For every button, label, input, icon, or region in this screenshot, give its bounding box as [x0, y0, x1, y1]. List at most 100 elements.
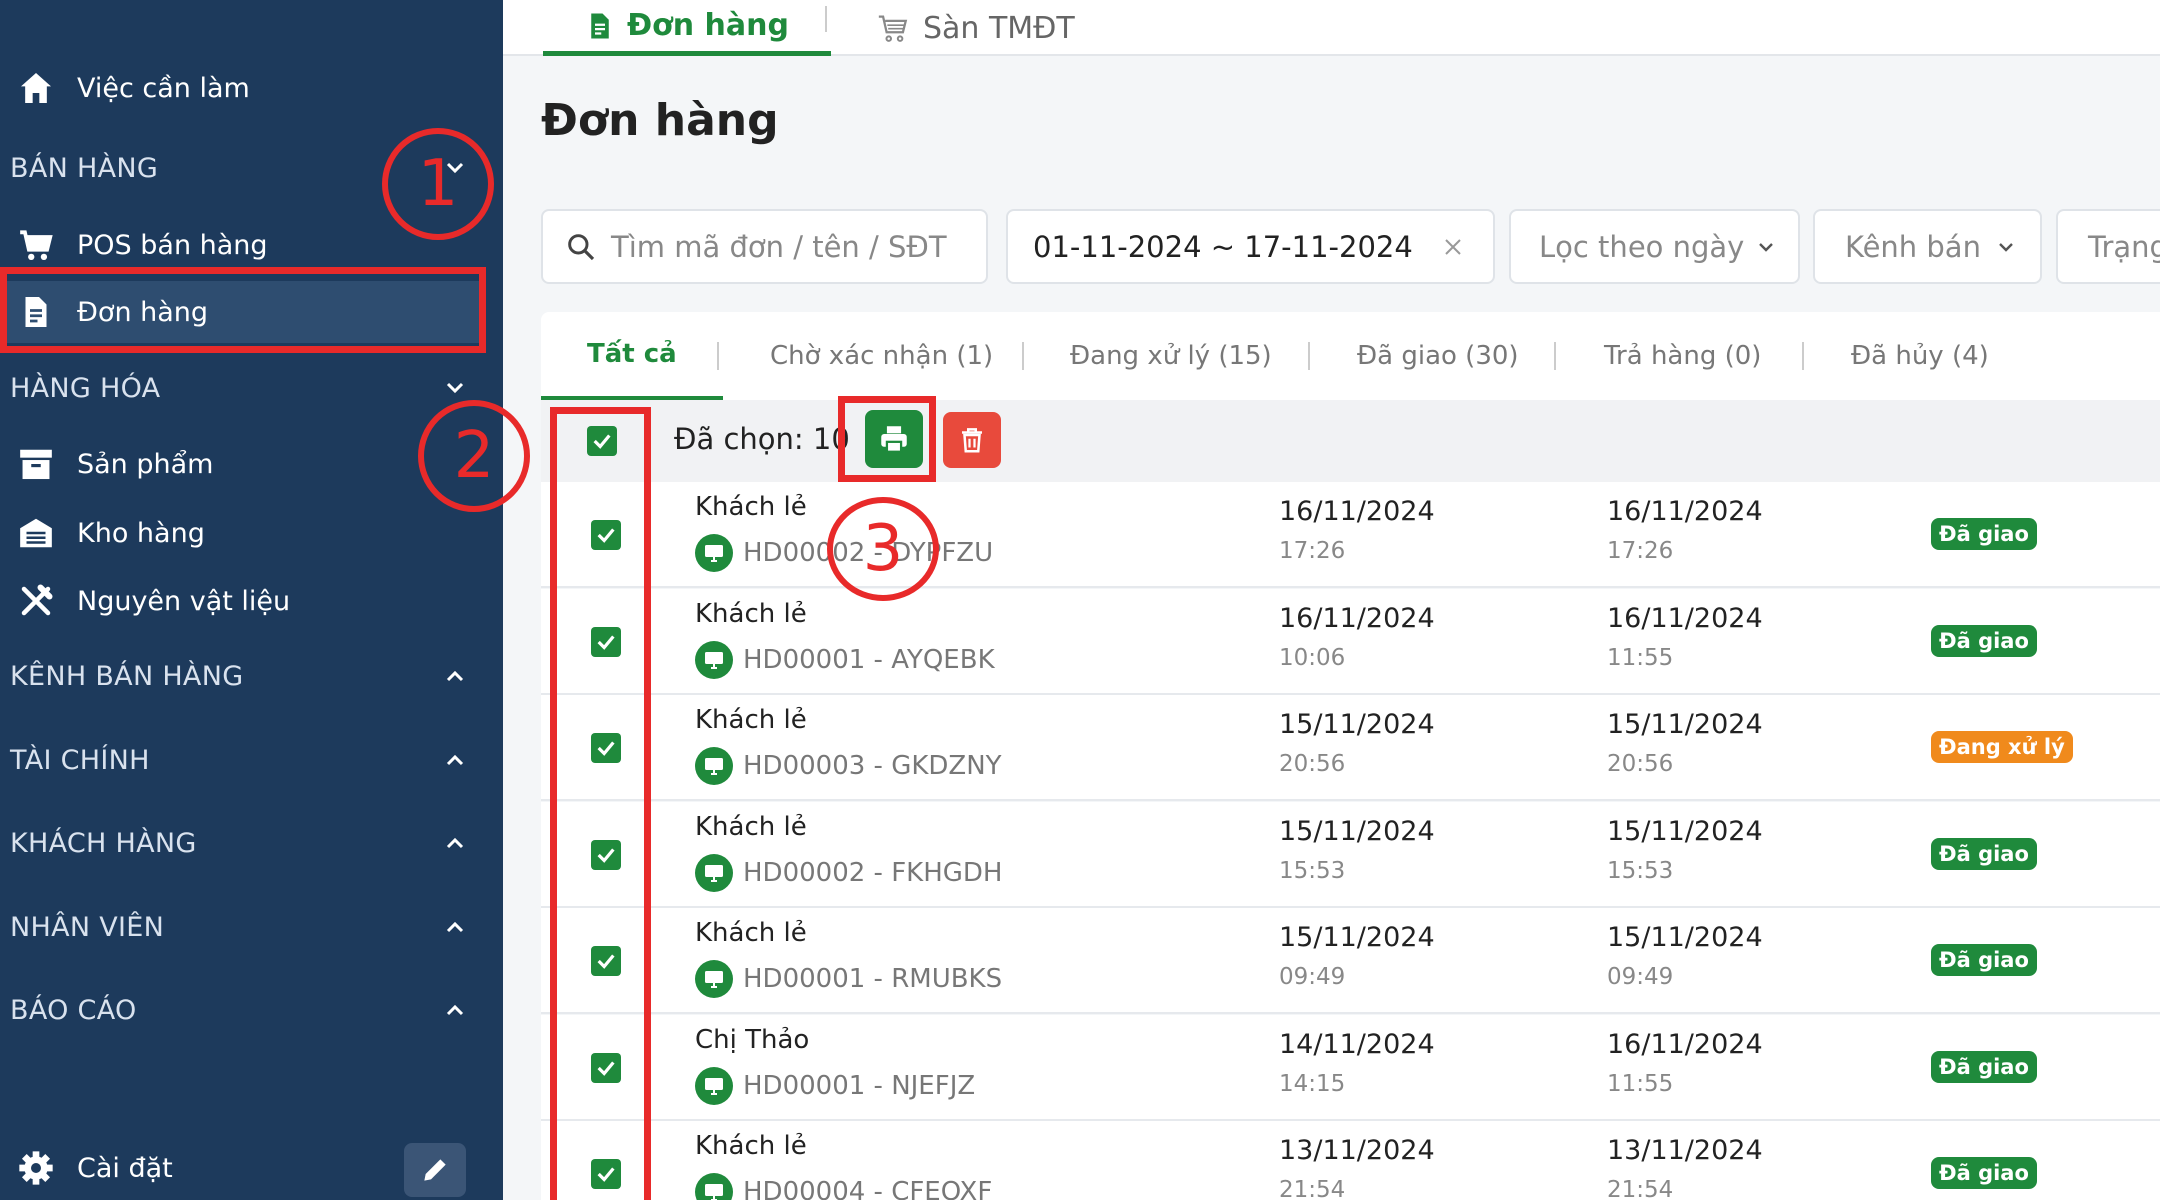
updated-date: 16/11/2024 [1607, 1028, 1763, 1060]
row-checkbox[interactable] [591, 946, 621, 976]
created-time: 14:15 [1279, 1070, 1346, 1097]
status-badge: Đã giao [1931, 837, 2037, 870]
section-staff[interactable]: NHÂN VIÊN [10, 899, 485, 955]
sidebar-item-label: Nguyên vật liệu [77, 585, 291, 617]
section-reports[interactable]: BÁO CÁO [10, 982, 485, 1038]
customer-name: Chị Thảo [695, 1024, 810, 1055]
sidebar-item-todo[interactable]: Việc cần làm [0, 57, 485, 119]
delete-button[interactable] [943, 412, 1001, 468]
tab-cancelled[interactable]: Đã hủy (4) [1851, 312, 1989, 400]
row-checkbox[interactable] [591, 1159, 621, 1189]
updated-date: 15/11/2024 [1607, 709, 1763, 740]
tab-all[interactable]: Tất cả [541, 312, 723, 400]
print-button[interactable] [865, 410, 923, 468]
selection-bar: Đã chọn: 10 [541, 400, 2160, 482]
updated-time: 11:55 [1607, 1070, 1674, 1097]
order-code[interactable]: HD00001 - RMUBKS [695, 960, 1002, 998]
cart-icon [14, 223, 58, 267]
table-row[interactable]: Khách lẻ HD00001 - RMUBKS 15/11/2024 09:49 1… [541, 908, 2160, 1014]
table-row[interactable]: Chị Thảo HD00001 - NJEFJZ 14/11/2024 14:15 1… [541, 1014, 2160, 1121]
row-checkbox[interactable] [591, 520, 621, 550]
section-label: BÁO CÁO [10, 994, 137, 1026]
divider [1308, 342, 1310, 370]
divider [1022, 342, 1024, 370]
table-row[interactable]: Khách lẻ HD00003 - GKDZNY 15/11/2024 20:56 1… [541, 695, 2160, 801]
row-checkbox[interactable] [591, 733, 621, 763]
section-customers[interactable]: KHÁCH HÀNG [10, 815, 485, 871]
trash-icon [962, 428, 982, 453]
sidebar-item-label: Sản phẩm [77, 448, 214, 480]
chevron-down-icon [1999, 242, 2013, 252]
created-time: 17:26 [1279, 538, 1346, 564]
divider [1554, 342, 1556, 370]
sidebar-item-products[interactable]: Sản phẩm [0, 433, 485, 495]
monitor-icon [695, 853, 733, 892]
table-row[interactable]: Khách lẻ HD00004 - CFEOXF 13/11/2024 21:54 1… [541, 1121, 2160, 1200]
tab-label: Đang xử lý (15) [1070, 341, 1272, 371]
table-row[interactable]: Khách lẻ HD00001 - AYQEBK 16/11/2024 10:06 1… [541, 588, 2160, 695]
edit-menu-button[interactable] [404, 1143, 466, 1197]
order-code[interactable]: HD00002 - DYPFZU [695, 534, 993, 572]
order-code[interactable]: HD00003 - GKDZNY [695, 747, 1002, 785]
tab-pending[interactable]: Chờ xác nhận (1) [770, 312, 993, 400]
row-checkbox[interactable] [591, 626, 621, 657]
tab-marketplace[interactable]: Sàn TMĐT [875, 0, 1075, 56]
warehouse-icon [14, 511, 58, 555]
channel-dropdown[interactable]: Kênh bán [1813, 209, 2042, 284]
order-code[interactable]: HD00001 - NJEFJZ [695, 1066, 976, 1105]
created-time: 10:06 [1279, 644, 1346, 671]
row-checkbox[interactable] [591, 1052, 621, 1083]
date-filter-dropdown[interactable]: Lọc theo ngày [1509, 209, 1800, 284]
order-code-text: HD00001 - RMUBKS [743, 964, 1003, 994]
customer-name: Khách lẻ [695, 811, 807, 842]
tab-delivered[interactable]: Đã giao (30) [1357, 312, 1519, 400]
section-goods[interactable]: HÀNG HÓA [10, 360, 485, 416]
customer-name: Khách lẻ [695, 492, 807, 522]
row-checkbox[interactable] [591, 839, 621, 870]
order-code[interactable]: HD00004 - CFEOXF [695, 1173, 992, 1200]
sidebar-item-warehouse[interactable]: Kho hàng [0, 502, 485, 564]
chevron-down-icon [1759, 242, 1773, 252]
select-all-checkbox[interactable] [587, 426, 617, 456]
status-badge: Đã giao [1931, 518, 2037, 550]
status-badge: Đã giao [1931, 624, 2037, 657]
monitor-icon [695, 960, 733, 998]
monitor-icon [695, 534, 733, 572]
sidebar-item-orders[interactable]: Đơn hàng [0, 281, 485, 343]
close-icon[interactable] [1441, 235, 1465, 259]
updated-date: 16/11/2024 [1607, 496, 1763, 527]
section-channels[interactable]: KÊNH BÁN HÀNG [10, 648, 485, 704]
order-code[interactable]: HD00001 - AYQEBK [695, 640, 995, 679]
date-range-picker[interactable]: 01-11-2024 ~ 17-11-2024 [1006, 209, 1495, 284]
updated-date: 16/11/2024 [1607, 602, 1763, 634]
section-sales[interactable]: BÁN HÀNG [10, 140, 485, 196]
page-title: Đơn hàng [541, 95, 779, 146]
tab-returned[interactable]: Trả hàng (0) [1604, 312, 1761, 400]
tab-orders[interactable]: Đơn hàng [543, 0, 831, 56]
sidebar-item-materials[interactable]: Nguyên vật liệu [0, 570, 485, 632]
customer-name: Khách lẻ [695, 598, 807, 629]
status-dropdown[interactable]: Trạng [2056, 209, 2160, 284]
order-code-text: HD00001 - NJEFJZ [743, 1070, 976, 1101]
tab-processing[interactable]: Đang xử lý (15) [1070, 312, 1272, 400]
created-date: 16/11/2024 [1279, 602, 1435, 634]
section-label: TÀI CHÍNH [10, 744, 150, 776]
order-code-text: HD00002 - DYPFZU [743, 538, 994, 568]
document-icon [591, 13, 609, 38]
updated-time: 15:53 [1607, 857, 1674, 884]
order-code-text: HD00003 - GKDZNY [743, 751, 1002, 781]
pencil-icon [424, 1159, 446, 1181]
tab-label: Trả hàng (0) [1604, 341, 1762, 371]
dropdown-label: Kênh bán [1845, 229, 1981, 264]
order-code[interactable]: HD00002 - FKHGDH [695, 853, 1002, 892]
updated-time: 21:54 [1607, 1177, 1674, 1200]
table-row[interactable]: Khách lẻ HD00002 - FKHGDH 15/11/2024 15:53 1… [541, 801, 2160, 908]
section-finance[interactable]: TÀI CHÍNH [10, 732, 485, 788]
top-tabbar: Đơn hàng Sàn TMĐT [503, 0, 2160, 56]
created-time: 09:49 [1279, 964, 1346, 990]
table-row[interactable]: Khách lẻ HD00002 - DYPFZU 16/11/2024 17:26 1… [541, 482, 2160, 588]
sidebar-item-pos[interactable]: POS bán hàng [0, 214, 485, 276]
status-tabs: Tất cả Chờ xác nhận (1) Đang xử lý (15) … [541, 312, 2160, 400]
check-icon [597, 1060, 615, 1076]
search-input[interactable]: Tìm mã đơn / tên / SĐT [541, 209, 988, 284]
